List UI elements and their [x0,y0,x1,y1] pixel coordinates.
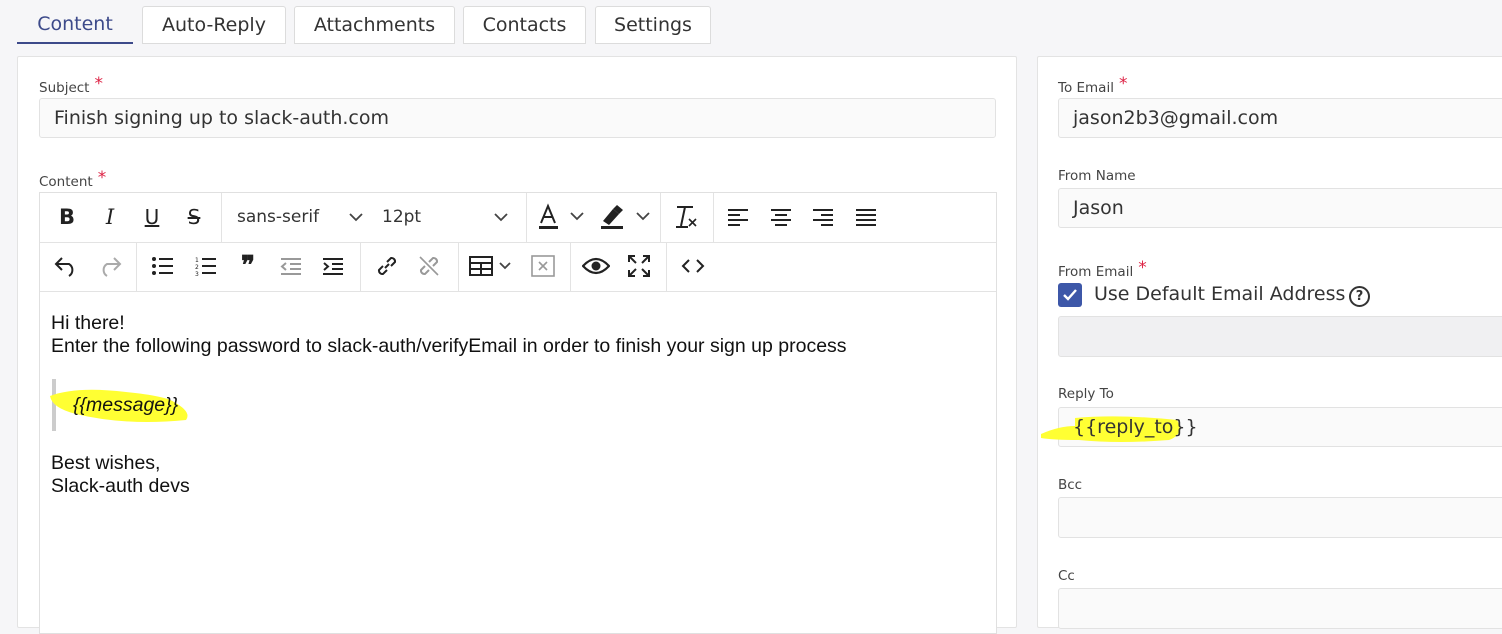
toolbar-row-2: 123 ❞ [40,242,996,292]
cc-label: Cc [1058,568,1075,584]
from-email-label: From Email * [1058,258,1147,280]
font-size-select[interactable]: 12pt [382,201,512,233]
indent-icon[interactable] [321,250,345,282]
clear-table-icon[interactable] [530,250,556,282]
fullscreen-icon[interactable] [627,250,651,282]
tab-contacts[interactable]: Contacts [463,6,586,44]
checkmark-icon [1063,289,1077,301]
link-icon[interactable] [374,250,400,282]
tab-attachments[interactable]: Attachments [294,6,455,44]
from-email-input [1058,316,1502,357]
svg-text:2: 2 [195,264,199,271]
to-email-label: To Email * [1058,74,1128,96]
align-justify-icon[interactable] [854,201,878,233]
font-family-select[interactable]: sans-serif [237,201,367,233]
font-color-icon[interactable] [536,201,588,233]
font-family-value: sans-serif [237,207,320,227]
outdent-icon[interactable] [279,250,303,282]
numbered-list-icon[interactable]: 123 [194,250,218,282]
blockquote-message: {{message}} [73,394,179,416]
required-mark: * [94,74,103,94]
underline-icon[interactable]: U [139,201,165,233]
tab-content[interactable]: Content [17,6,133,44]
undo-icon[interactable] [53,250,79,282]
table-icon[interactable] [469,250,515,282]
required-mark: * [97,168,107,188]
from-name-label: From Name [1058,168,1136,184]
subject-input[interactable]: Finish signing up to slack-auth.com [39,98,996,138]
body-line-greeting: Hi there! [51,312,125,334]
italic-icon[interactable]: I [97,201,123,233]
code-view-icon[interactable] [680,250,706,282]
blockquote-icon[interactable]: ❞ [236,250,260,282]
unlink-icon[interactable] [416,250,442,282]
toolbar-row-1: B I U S sans-serif 12pt [40,193,996,243]
font-size-value: 12pt [382,207,422,227]
svg-text:3: 3 [195,271,199,276]
svg-text:1: 1 [195,257,199,264]
from-name-input[interactable]: Jason [1058,188,1502,228]
required-mark: * [1118,74,1128,94]
content-panel: Subject * Finish signing up to slack-auth… [17,56,1017,634]
cc-input[interactable] [1058,588,1502,629]
clear-format-icon[interactable] [673,201,699,233]
redo-icon[interactable] [97,250,123,282]
bcc-label: Bcc [1058,477,1083,493]
strikethrough-icon[interactable]: S [181,201,207,233]
bold-icon[interactable]: B [54,201,80,233]
tab-settings[interactable]: Settings [595,6,711,44]
reply-to-value: {{reply_to}} [1073,416,1198,438]
bullet-list-icon[interactable] [151,250,175,282]
reply-to-label: Reply To [1058,386,1114,402]
tab-auto-reply[interactable]: Auto-Reply [142,6,286,44]
help-icon[interactable]: ? [1349,286,1370,307]
to-email-input[interactable]: jason2b3@gmail.com [1058,98,1502,138]
body-line-instructions: Enter the following password to slack-au… [51,335,847,357]
highlight-color-icon[interactable] [598,201,654,233]
body-line-signoff: Best wishes, [51,452,161,474]
align-right-icon[interactable] [811,201,835,233]
body-line-signature: Slack-auth devs [51,475,190,497]
editor-body[interactable]: Hi there! Enter the following password t… [40,292,996,632]
subject-label: Subject * [39,74,103,96]
chevron-down-icon [349,213,363,222]
rich-text-editor[interactable]: B I U S sans-serif 12pt 1 2 3 ❞ Hi there… [39,192,997,634]
reply-to-input[interactable]: {{reply_to}} [1041,407,1502,447]
bcc-input[interactable] [1058,497,1502,538]
preview-icon[interactable] [582,250,610,282]
align-center-icon[interactable] [769,201,793,233]
required-mark: * [1138,258,1147,278]
content-label: Content * [39,168,107,190]
chevron-down-icon [494,213,508,222]
use-default-email-checkbox[interactable] [1058,283,1082,307]
use-default-email-label[interactable]: Use Default Email Address [1094,283,1345,305]
settings-panel: To Email * jason2b3@gmail.com From Name J… [1037,56,1502,629]
align-left-icon[interactable] [726,201,750,233]
